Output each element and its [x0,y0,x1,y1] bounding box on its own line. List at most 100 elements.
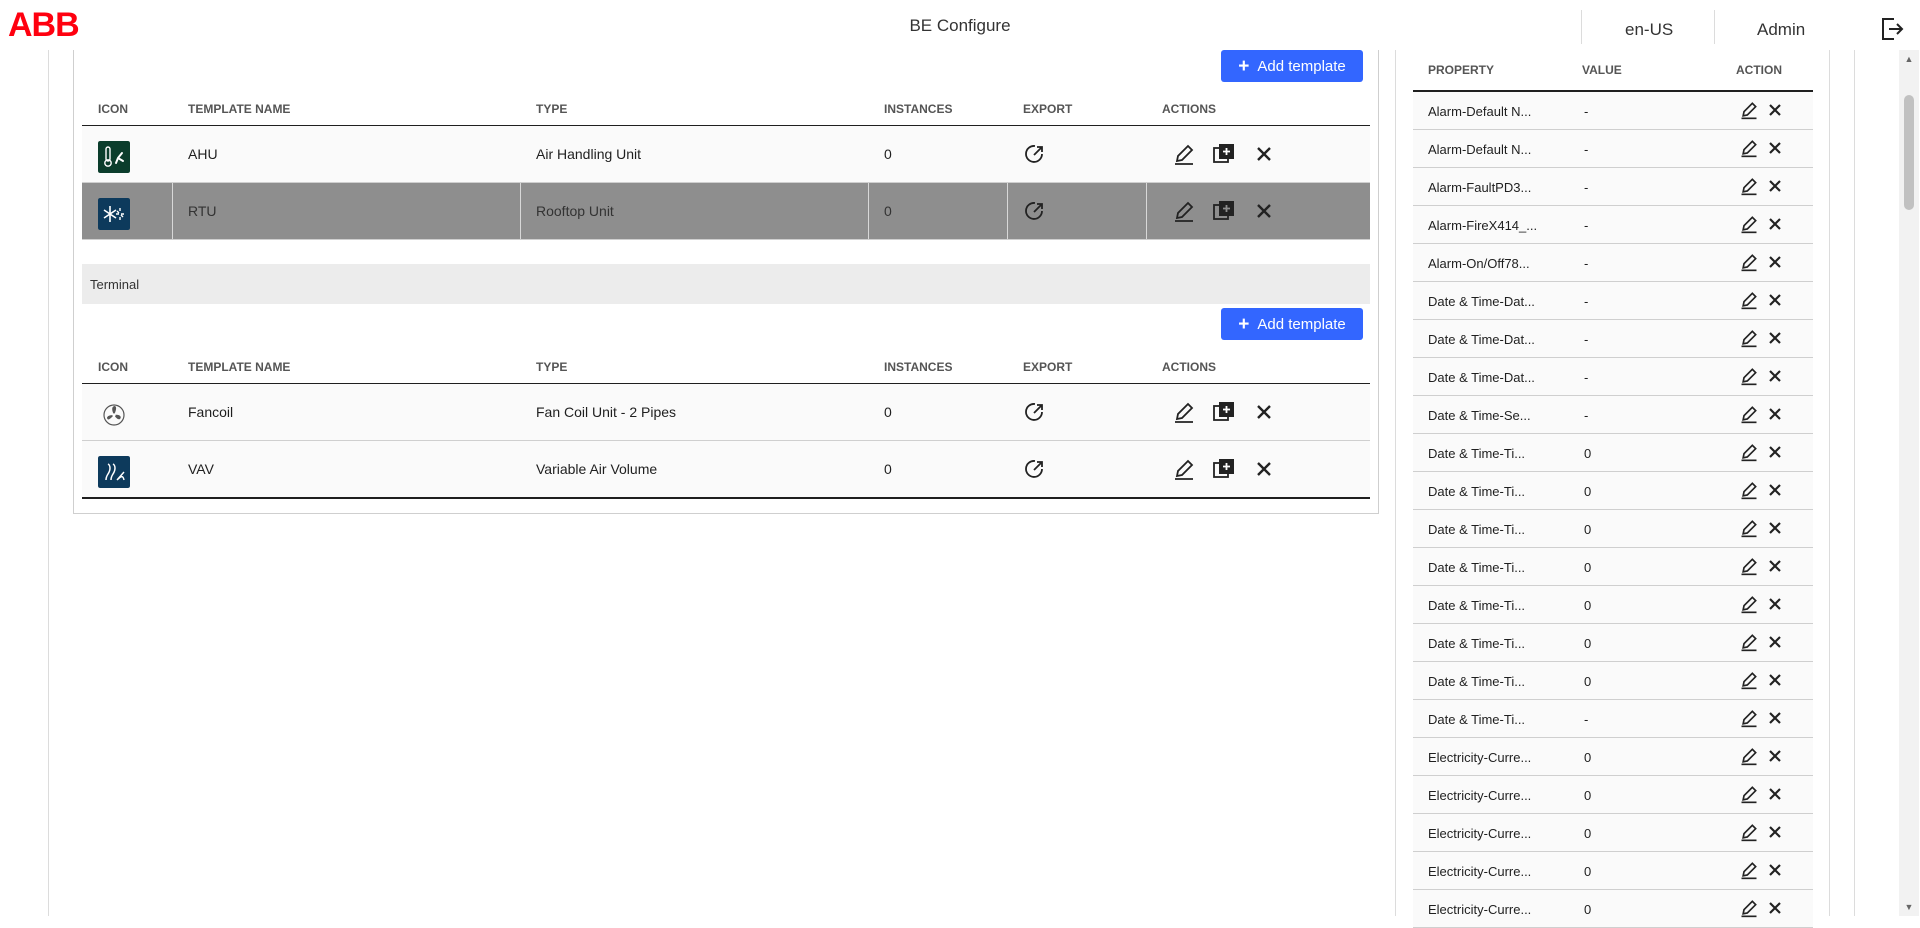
delete-icon[interactable] [1765,556,1785,576]
edit-icon[interactable] [1739,898,1759,918]
edit-icon[interactable] [1739,328,1759,348]
page-scrollbar[interactable]: ▲ ▼ [1899,50,1919,916]
property-row[interactable]: Electricity-Curre... 0 [1413,890,1813,928]
property-row[interactable]: Date & Time-Ti... 0 [1413,472,1813,510]
edit-icon[interactable] [1739,214,1759,234]
scrollbar-thumb[interactable] [1904,95,1914,210]
property-row[interactable]: Date & Time-Ti... 0 [1413,662,1813,700]
edit-icon[interactable] [1739,556,1759,576]
property-row[interactable]: Electricity-Curre... 0 [1413,852,1813,890]
edit-icon[interactable] [1739,860,1759,880]
export-icon[interactable] [1023,142,1047,166]
template-name[interactable]: VAV [188,441,214,497]
template-name[interactable]: AHU [188,126,218,182]
delete-icon[interactable] [1765,898,1785,918]
edit-icon[interactable] [1739,176,1759,196]
property-row[interactable]: Alarm-Default N... - [1413,130,1813,168]
duplicate-icon[interactable] [1212,400,1236,424]
table-row[interactable]: AHU Air Handling Unit 0 [82,126,1370,183]
delete-icon[interactable] [1765,632,1785,652]
export-icon[interactable] [1023,457,1047,481]
abb-logo[interactable]: ABB [8,8,84,40]
export-icon[interactable] [1023,199,1047,223]
delete-icon[interactable] [1765,594,1785,614]
delete-icon[interactable] [1765,290,1785,310]
delete-icon[interactable] [1765,708,1785,728]
delete-icon[interactable] [1252,142,1276,166]
property-row[interactable]: Alarm-Default N... - [1413,92,1813,130]
edit-icon[interactable] [1172,400,1196,424]
duplicate-icon[interactable] [1212,199,1236,223]
delete-icon[interactable] [1765,214,1785,234]
delete-icon[interactable] [1765,252,1785,272]
edit-icon[interactable] [1739,518,1759,538]
scroll-down-icon[interactable]: ▼ [1903,902,1915,912]
edit-icon[interactable] [1739,594,1759,614]
add-template-button[interactable]: + Add template [1221,50,1363,82]
property-row[interactable]: Date & Time-Ti... 0 [1413,586,1813,624]
delete-icon[interactable] [1765,138,1785,158]
delete-icon[interactable] [1765,366,1785,386]
delete-icon[interactable] [1765,328,1785,348]
edit-icon[interactable] [1172,457,1196,481]
edit-icon[interactable] [1739,670,1759,690]
delete-icon[interactable] [1765,442,1785,462]
template-name[interactable]: RTU [188,183,217,239]
logout-icon[interactable] [1880,16,1904,42]
delete-icon[interactable] [1765,670,1785,690]
duplicate-icon[interactable] [1212,457,1236,481]
edit-icon[interactable] [1172,142,1196,166]
edit-icon[interactable] [1739,138,1759,158]
edit-icon[interactable] [1739,290,1759,310]
property-row[interactable]: Alarm-On/Off78... - [1413,244,1813,282]
edit-icon[interactable] [1739,632,1759,652]
delete-icon[interactable] [1765,746,1785,766]
user-menu[interactable]: Admin [1757,20,1805,40]
edit-icon[interactable] [1172,199,1196,223]
property-row[interactable]: Date & Time-Dat... - [1413,282,1813,320]
delete-icon[interactable] [1252,457,1276,481]
delete-icon[interactable] [1252,199,1276,223]
property-row[interactable]: Electricity-Curre... 0 [1413,738,1813,776]
property-row[interactable]: Date & Time-Ti... - [1413,700,1813,738]
delete-icon[interactable] [1252,400,1276,424]
property-row[interactable]: Alarm-FaultPD3... - [1413,168,1813,206]
edit-icon[interactable] [1739,404,1759,424]
export-icon[interactable] [1023,400,1047,424]
table-row-selected[interactable]: RTU Rooftop Unit 0 [82,183,1370,240]
property-row[interactable]: Date & Time-Dat... - [1413,320,1813,358]
add-template-button[interactable]: + Add template [1221,308,1363,340]
delete-icon[interactable] [1765,822,1785,842]
table-row[interactable]: Fancoil Fan Coil Unit - 2 Pipes 0 [82,384,1370,441]
delete-icon[interactable] [1765,518,1785,538]
delete-icon[interactable] [1765,100,1785,120]
duplicate-icon[interactable] [1212,142,1236,166]
property-row[interactable]: Electricity-Curre... 0 [1413,814,1813,852]
edit-icon[interactable] [1739,746,1759,766]
property-row[interactable]: Date & Time-Ti... 0 [1413,548,1813,586]
scroll-up-icon[interactable]: ▲ [1903,54,1915,64]
edit-icon[interactable] [1739,366,1759,386]
edit-icon[interactable] [1739,708,1759,728]
edit-icon[interactable] [1739,822,1759,842]
delete-icon[interactable] [1765,480,1785,500]
property-row[interactable]: Date & Time-Se... - [1413,396,1813,434]
delete-icon[interactable] [1765,860,1785,880]
template-name[interactable]: Fancoil [188,384,233,440]
delete-icon[interactable] [1765,404,1785,424]
edit-icon[interactable] [1739,442,1759,462]
delete-icon[interactable] [1765,176,1785,196]
property-row[interactable]: Date & Time-Ti... 0 [1413,624,1813,662]
property-row[interactable]: Date & Time-Ti... 0 [1413,434,1813,472]
edit-icon[interactable] [1739,252,1759,272]
property-row[interactable]: Alarm-FireX414_... - [1413,206,1813,244]
property-row[interactable]: Date & Time-Ti... 0 [1413,510,1813,548]
property-row[interactable]: Electricity-Curre... 0 [1413,776,1813,814]
edit-icon[interactable] [1739,100,1759,120]
property-row[interactable]: Date & Time-Dat... - [1413,358,1813,396]
edit-icon[interactable] [1739,480,1759,500]
language-selector[interactable]: en-US [1625,20,1673,40]
delete-icon[interactable] [1765,784,1785,804]
table-row[interactable]: VAV Variable Air Volume 0 [82,441,1370,499]
edit-icon[interactable] [1739,784,1759,804]
